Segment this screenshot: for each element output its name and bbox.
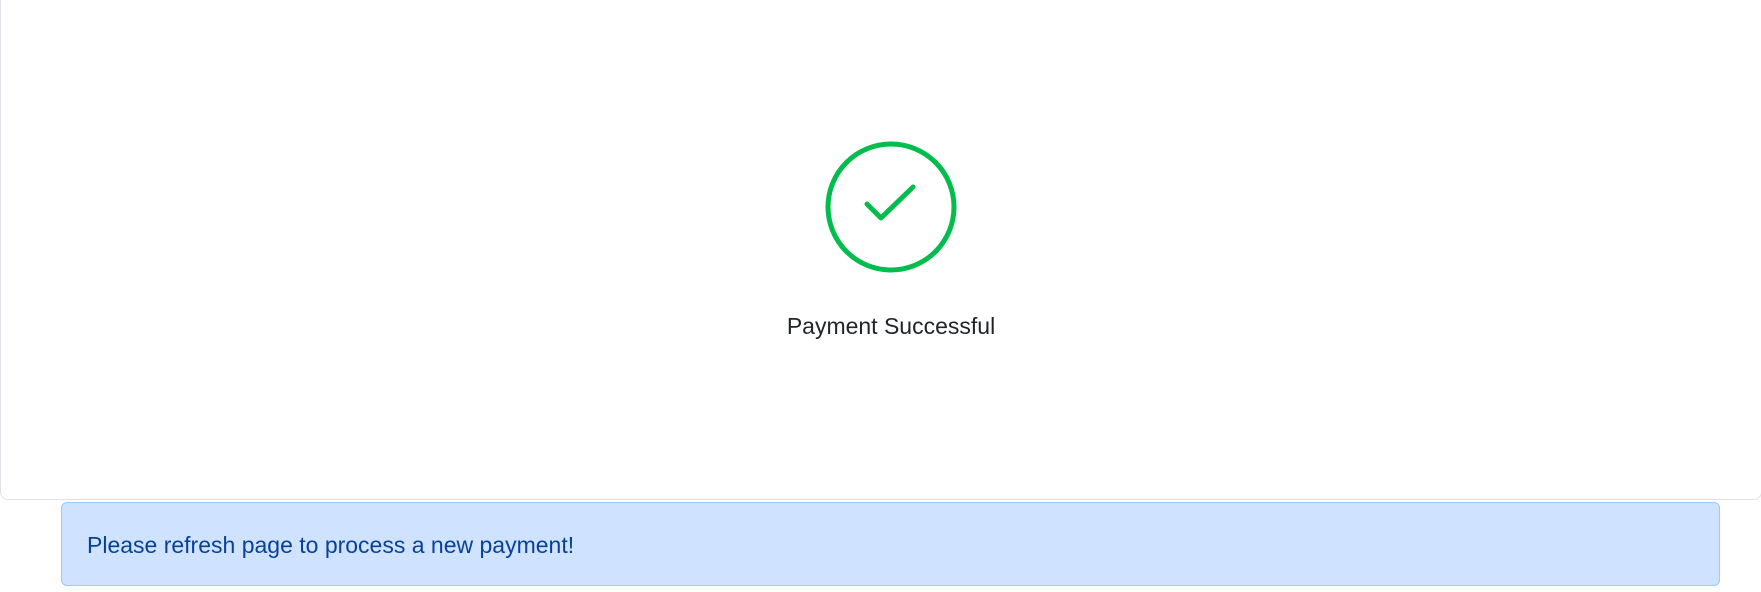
payment-status-card: Payment Successful — [0, 0, 1761, 500]
alert-message: Please refresh page to process a new pay… — [87, 532, 575, 558]
check-circle-icon — [825, 141, 957, 273]
payment-result-page: Payment Successful Please refresh page t… — [0, 0, 1761, 592]
refresh-info-alert: Please refresh page to process a new pay… — [61, 502, 1720, 586]
payment-status-message: Payment Successful — [786, 313, 996, 339]
